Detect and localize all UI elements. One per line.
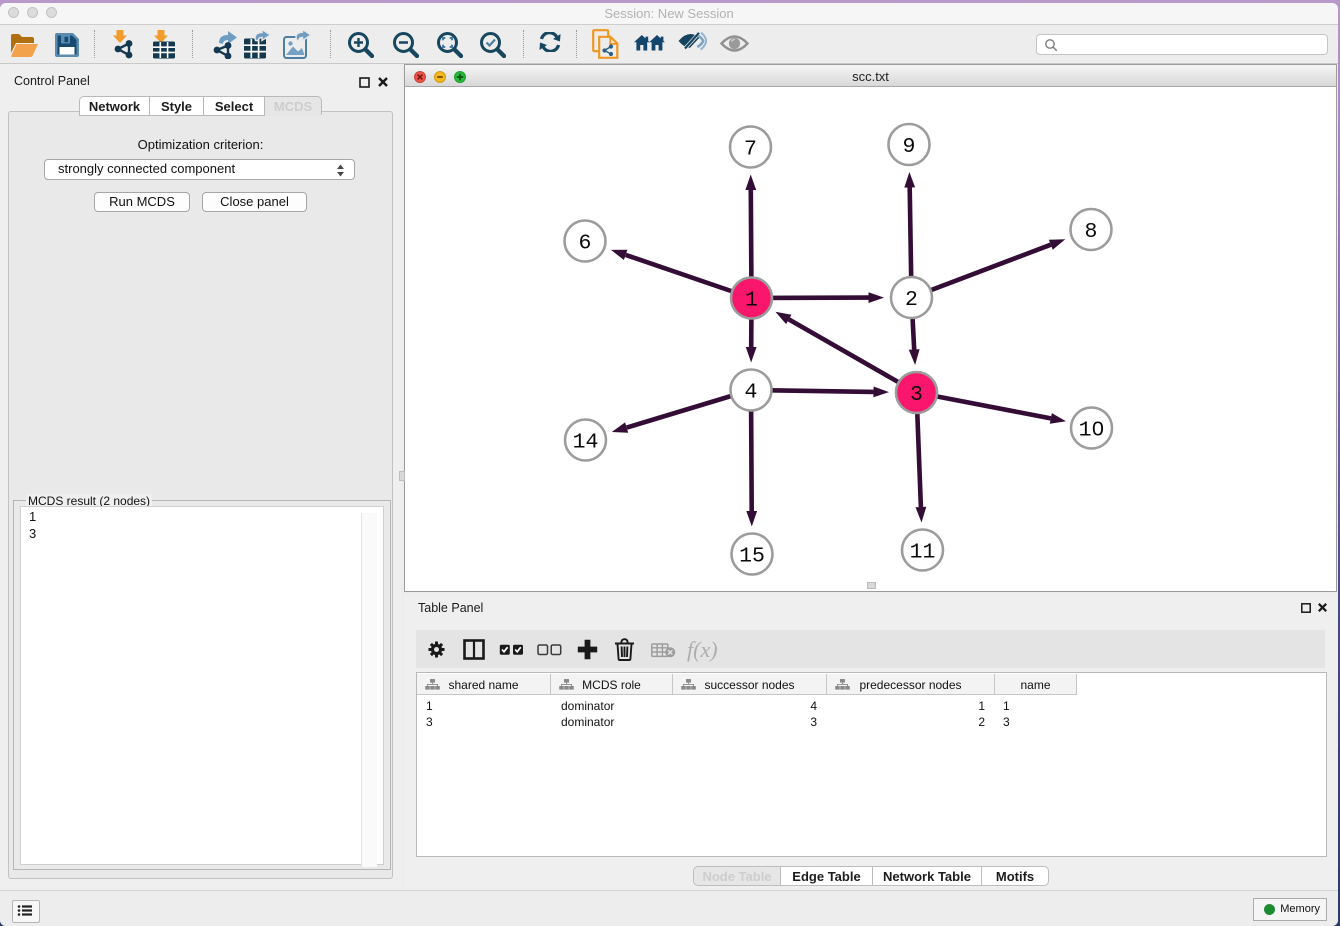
svg-text:3: 3: [910, 383, 923, 407]
svg-text:7: 7: [744, 138, 757, 162]
svg-text:9: 9: [903, 135, 916, 159]
svg-text:11: 11: [910, 541, 936, 565]
svg-text:4: 4: [745, 381, 758, 405]
svg-text:2: 2: [905, 288, 918, 312]
svg-text:6: 6: [579, 232, 592, 256]
svg-text:1: 1: [745, 289, 758, 313]
svg-text:14: 14: [573, 431, 599, 455]
svg-text:15: 15: [739, 545, 765, 569]
svg-text:8: 8: [1085, 220, 1098, 244]
svg-text:10: 10: [1079, 419, 1105, 443]
